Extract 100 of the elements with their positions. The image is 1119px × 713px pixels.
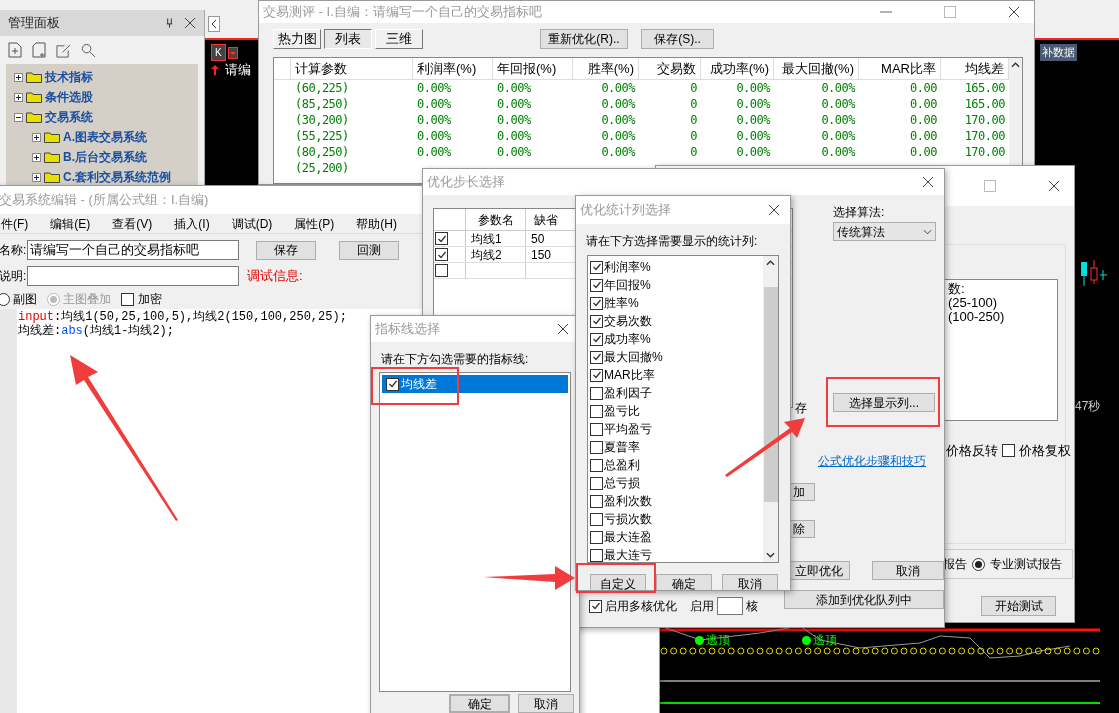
scroll-down-icon[interactable] [766,552,775,558]
button[interactable]: 开始测试 [981,596,1056,616]
radio-button[interactable] [0,292,10,306]
close-icon[interactable] [1048,180,1060,192]
new-folder-icon[interactable] [32,42,46,58]
column-header[interactable]: 成功率(%) [701,58,774,79]
tips-link[interactable]: 公式优化步骤和技巧 [818,452,926,470]
button[interactable]: 自定义 [590,574,646,590]
description-field[interactable] [27,266,239,286]
checkbox[interactable] [590,296,603,310]
button[interactable]: 取消 [518,694,574,713]
menu-item[interactable]: 件(F) [1,214,29,233]
list-item[interactable]: 盈利次数 [604,492,652,510]
column-header[interactable]: 最大回撤(%) [774,58,859,79]
checkbox[interactable] [590,494,603,508]
scroll-up-icon[interactable] [766,260,775,266]
view-tab[interactable]: 三维 [375,29,423,49]
checkbox[interactable] [590,332,603,346]
expand-icon[interactable] [32,132,41,142]
cores-field[interactable] [717,597,743,615]
list-item[interactable]: 盈利因子 [604,384,652,402]
list-item[interactable]: 均线差 [382,375,568,393]
tree-item[interactable]: A.图表交易系统 [63,128,147,146]
menu-item[interactable]: 属性(P) [294,214,335,233]
checkbox[interactable] [590,512,603,526]
checkbox[interactable] [590,350,603,364]
checkbox[interactable] [590,368,603,382]
button[interactable]: 保存 [256,240,316,260]
checkbox[interactable] [590,476,603,490]
checkbox[interactable] [590,314,603,328]
close-icon[interactable] [184,17,196,29]
collapse-icon[interactable] [14,112,23,122]
checkbox[interactable] [590,404,603,418]
checkbox[interactable] [590,386,603,400]
list-item[interactable]: MAR比率 [604,366,655,384]
menu-item[interactable]: 编辑(E) [50,214,91,233]
scroll-left-icon[interactable] [208,16,220,32]
list-item[interactable]: 盈亏比 [604,402,640,420]
list-item[interactable]: 年回报% [604,276,651,294]
list-item[interactable]: 胜率% [604,294,639,312]
list-item[interactable]: 总盈利 [604,456,640,474]
list-item[interactable]: 最大连亏 [604,546,652,564]
checkbox[interactable] [590,422,603,436]
button[interactable]: 选择显示列... [833,393,935,412]
algorithm-select[interactable]: 传统算法 [833,222,936,241]
tree-item[interactable]: B.后台交易系统 [63,148,147,166]
checkbox[interactable] [590,260,603,274]
checkbox[interactable] [590,458,603,472]
button[interactable]: 保存(S).. [641,29,714,49]
edit-icon[interactable] [56,42,71,58]
column-header[interactable]: 计算参数 [291,58,413,79]
button[interactable]: 回测 [339,240,399,260]
menu-item[interactable]: 查看(V) [112,214,153,233]
view-tab[interactable]: 热力图 [273,29,321,49]
checkbox[interactable] [386,377,399,391]
checkbox[interactable] [435,264,448,277]
close-icon[interactable] [768,204,780,216]
menu-item[interactable]: 帮助(H) [356,214,397,233]
expand-icon[interactable] [14,92,23,102]
expand-icon[interactable] [32,172,41,182]
scrollbar[interactable] [763,256,778,562]
radio-button[interactable] [972,557,985,571]
column-header[interactable]: 交易数 [639,58,701,79]
button[interactable]: 取消 [722,574,778,590]
data-button[interactable]: 补数据 [1040,44,1077,61]
dropdown-icon[interactable] [227,46,238,59]
close-icon[interactable] [557,323,569,335]
list-item[interactable]: 亏损次数 [604,510,652,528]
list-item[interactable]: 最大连盈 [604,528,652,546]
list-item[interactable]: 夏普率 [604,438,640,456]
list-item[interactable]: 利润率% [604,258,651,276]
column-header[interactable]: MAR比率 [859,58,941,79]
checkbox[interactable] [435,232,448,245]
button[interactable]: 取消 [872,561,944,580]
expand-icon[interactable] [32,152,41,162]
list-item[interactable]: 交易次数 [604,312,652,330]
column-header[interactable]: 利润率(%) [413,58,493,79]
menu-item[interactable]: 调试(D) [231,214,273,233]
column-header[interactable]: 参数名 [466,209,526,230]
list-item[interactable]: 平均盈亏 [604,420,652,438]
tree-item[interactable]: 条件选股 [45,88,93,106]
checkbox[interactable] [590,530,603,544]
search-icon[interactable] [81,42,96,58]
button[interactable]: 确定 [656,574,712,590]
checkbox[interactable] [589,599,602,613]
checkbox[interactable] [590,278,603,292]
close-icon[interactable] [922,176,934,188]
period-badge[interactable]: K [211,44,226,61]
checkbox[interactable] [590,440,603,454]
checkbox[interactable] [435,248,448,261]
pin-icon[interactable] [165,18,174,28]
name-field[interactable]: 请编写一个自己的交易指标吧 [27,240,239,260]
column-header[interactable]: 胜率(%) [573,58,639,79]
expand-icon[interactable] [14,72,23,82]
checkbox[interactable] [590,548,603,562]
list-item[interactable]: 成功率% [604,330,651,348]
scroll-up-icon[interactable] [1011,62,1020,68]
view-tab[interactable]: 列表 [324,29,372,49]
button[interactable]: 重新优化(R).. [540,29,628,49]
close-icon[interactable] [1008,6,1020,18]
